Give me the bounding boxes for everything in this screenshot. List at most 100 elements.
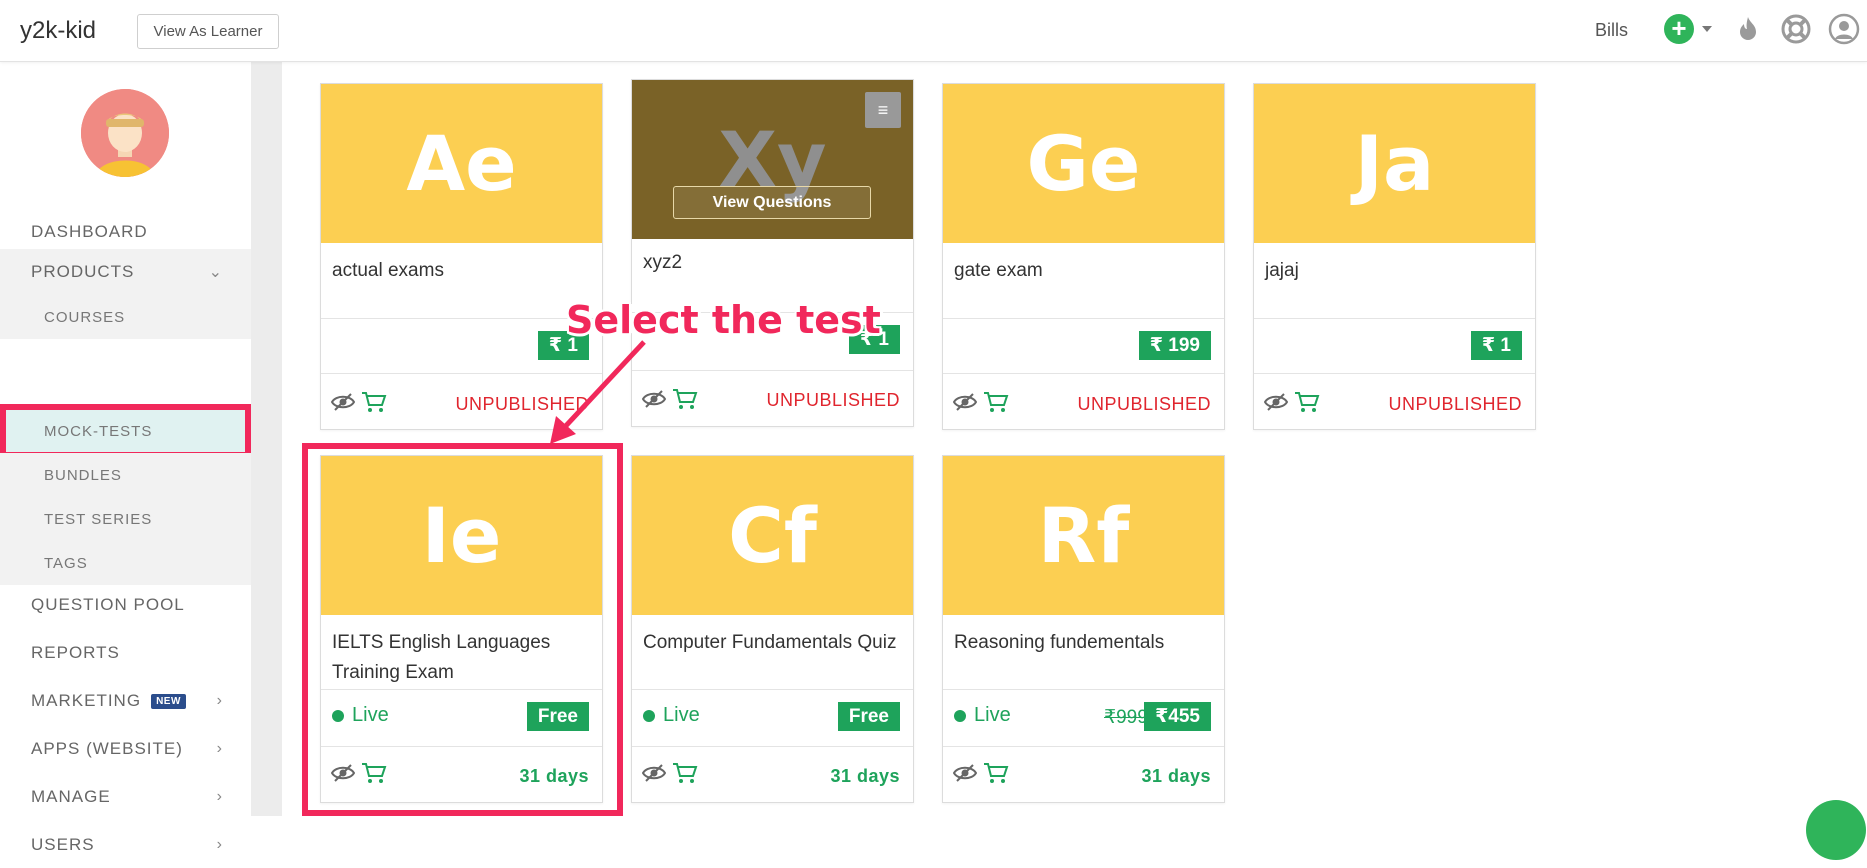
divider [632, 689, 913, 690]
sidebar-item-label: MARKETING [31, 691, 142, 710]
avatar[interactable] [81, 89, 169, 177]
card-thumbnail[interactable]: Cf [632, 456, 913, 615]
card-footer-icons [642, 762, 698, 784]
view-questions-button[interactable]: View Questions [673, 186, 871, 219]
sidebar-item-label: REPORTS [31, 643, 120, 662]
sidebar-item-reports[interactable]: REPORTS [0, 630, 251, 676]
sidebar-item-label: MOCK-TESTS [44, 422, 153, 440]
card-title[interactable]: Computer Fundamentals Quiz [643, 628, 905, 658]
price-badge: ₹ 199 [1138, 331, 1211, 360]
chevron-right-icon: › [216, 788, 223, 805]
card-thumbnail[interactable]: Ja [1254, 84, 1535, 243]
brand-name[interactable]: y2k-kid [20, 17, 96, 45]
card-thumbnail[interactable]: Ge [943, 84, 1224, 243]
eye-slash-icon[interactable] [331, 392, 355, 412]
eye-slash-icon[interactable] [953, 392, 977, 412]
status-badge: UNPUBLISHED [1388, 394, 1522, 414]
card-title[interactable]: actual exams [332, 256, 594, 286]
divider [321, 318, 602, 319]
price-badge: ₹455 [1144, 702, 1211, 731]
sidebar-item-label: QUESTION POOL [31, 595, 185, 614]
mock-test-card[interactable]: Cf Computer Fundamentals Quiz Live Free … [631, 455, 914, 803]
live-status: Live [954, 704, 1011, 727]
price-badge: Free [837, 702, 900, 731]
sidebar: DASHBOARD PRODUCTS ⌄ COURSES MOCK-TESTS … [0, 61, 252, 854]
sidebar-item-manage[interactable]: MANAGE › [0, 774, 251, 820]
sidebar-item-tags[interactable]: TAGS [0, 541, 251, 585]
divider [943, 746, 1224, 747]
cart-icon[interactable] [983, 762, 1009, 784]
mock-test-card[interactable]: Ja jajaj ₹ 1 UNPUBLISHED [1253, 83, 1536, 430]
card-footer-icons [953, 762, 1009, 784]
sidebar-item-label: TEST SERIES [44, 510, 153, 528]
cart-icon[interactable] [1294, 391, 1320, 413]
sidebar-item-label: BUNDLES [44, 466, 122, 484]
cart-icon[interactable] [672, 762, 698, 784]
card-title[interactable]: gate exam [954, 256, 1216, 286]
sidebar-item-label: APPS (WEBSITE) [31, 739, 183, 758]
top-bar: y2k-kid View As Learner Bills + [0, 0, 1867, 62]
cart-icon[interactable] [672, 388, 698, 410]
mock-test-card[interactable]: Ge gate exam ₹ 199 UNPUBLISHED [942, 83, 1225, 430]
sidebar-item-users[interactable]: USERS › [0, 822, 251, 868]
sidebar-item-products[interactable]: PRODUCTS ⌄ [0, 249, 251, 295]
sidebar-item-mock-tests[interactable]: MOCK-TESTS [0, 409, 251, 453]
sidebar-item-apps-website[interactable]: APPS (WEBSITE) › [0, 726, 251, 772]
sidebar-item-label: TAGS [44, 554, 88, 572]
sidebar-item-label: DASHBOARD [31, 222, 148, 241]
chevron-right-icon: › [216, 836, 223, 853]
sidebar-item-courses[interactable]: COURSES [0, 295, 251, 339]
sidebar-item-label: PRODUCTS [31, 262, 135, 281]
content-gutter [251, 61, 282, 816]
cart-icon[interactable] [983, 391, 1009, 413]
hamburger-menu-icon[interactable]: ≡ [865, 92, 901, 128]
card-thumbnail[interactable]: Rf [943, 456, 1224, 615]
live-status: Live [643, 704, 700, 727]
bills-link[interactable]: Bills [1595, 20, 1628, 41]
card-thumbnail[interactable]: Ae [321, 84, 602, 243]
sidebar-item-label: USERS [31, 835, 95, 854]
eye-slash-icon[interactable] [642, 763, 666, 783]
chevron-right-icon: › [216, 740, 223, 757]
card-title[interactable]: jajaj [1265, 256, 1527, 286]
divider [943, 373, 1224, 374]
mock-test-card[interactable]: Rf Reasoning fundementals Live ₹999 ₹455… [942, 455, 1225, 803]
eye-slash-icon[interactable] [1264, 392, 1288, 412]
sidebar-item-label: MANAGE [31, 787, 111, 806]
lifebuoy-icon[interactable] [1780, 13, 1812, 45]
chevron-down-icon[interactable] [1702, 26, 1712, 32]
annotation-arrow-icon [550, 340, 646, 444]
card-title[interactable]: Reasoning fundementals [954, 628, 1216, 658]
selected-card-highlight-box [302, 443, 623, 816]
card-footer-icons [953, 391, 1009, 413]
divider [943, 318, 1224, 319]
eye-slash-icon[interactable] [953, 763, 977, 783]
chevron-right-icon: › [216, 692, 223, 709]
divider [1254, 318, 1535, 319]
status-badge: UNPUBLISHED [766, 390, 900, 410]
sidebar-item-marketing[interactable]: MARKETING NEW › [0, 678, 251, 724]
price-badge: ₹ 1 [1470, 331, 1522, 360]
card-title[interactable]: xyz2 [643, 248, 905, 278]
live-label: Live [663, 704, 700, 726]
divider [632, 370, 913, 371]
card-footer-icons [331, 391, 387, 413]
chevron-down-icon: ⌄ [208, 264, 223, 281]
chat-help-button[interactable] [1806, 800, 1866, 860]
add-plus-icon[interactable]: + [1664, 14, 1694, 44]
sidebar-item-bundles[interactable]: BUNDLES [0, 453, 251, 497]
validity-label: 31 days [1141, 766, 1211, 786]
live-dot-icon [954, 709, 966, 722]
divider [632, 746, 913, 747]
sidebar-item-question-pool[interactable]: QUESTION POOL [0, 582, 251, 628]
fire-icon[interactable] [1732, 13, 1764, 45]
new-badge: NEW [151, 693, 186, 709]
user-account-icon[interactable] [1828, 13, 1860, 45]
view-as-learner-button[interactable]: View As Learner [137, 14, 279, 49]
live-dot-icon [643, 709, 655, 722]
sidebar-item-test-series[interactable]: TEST SERIES [0, 497, 251, 541]
mock-test-card[interactable]: Xy ≡ View Questions xyz2 ₹ 1 UNPUBLISHED [631, 79, 914, 427]
live-label: Live [974, 704, 1011, 726]
cart-icon[interactable] [361, 391, 387, 413]
original-price: ₹999 [1104, 707, 1148, 728]
